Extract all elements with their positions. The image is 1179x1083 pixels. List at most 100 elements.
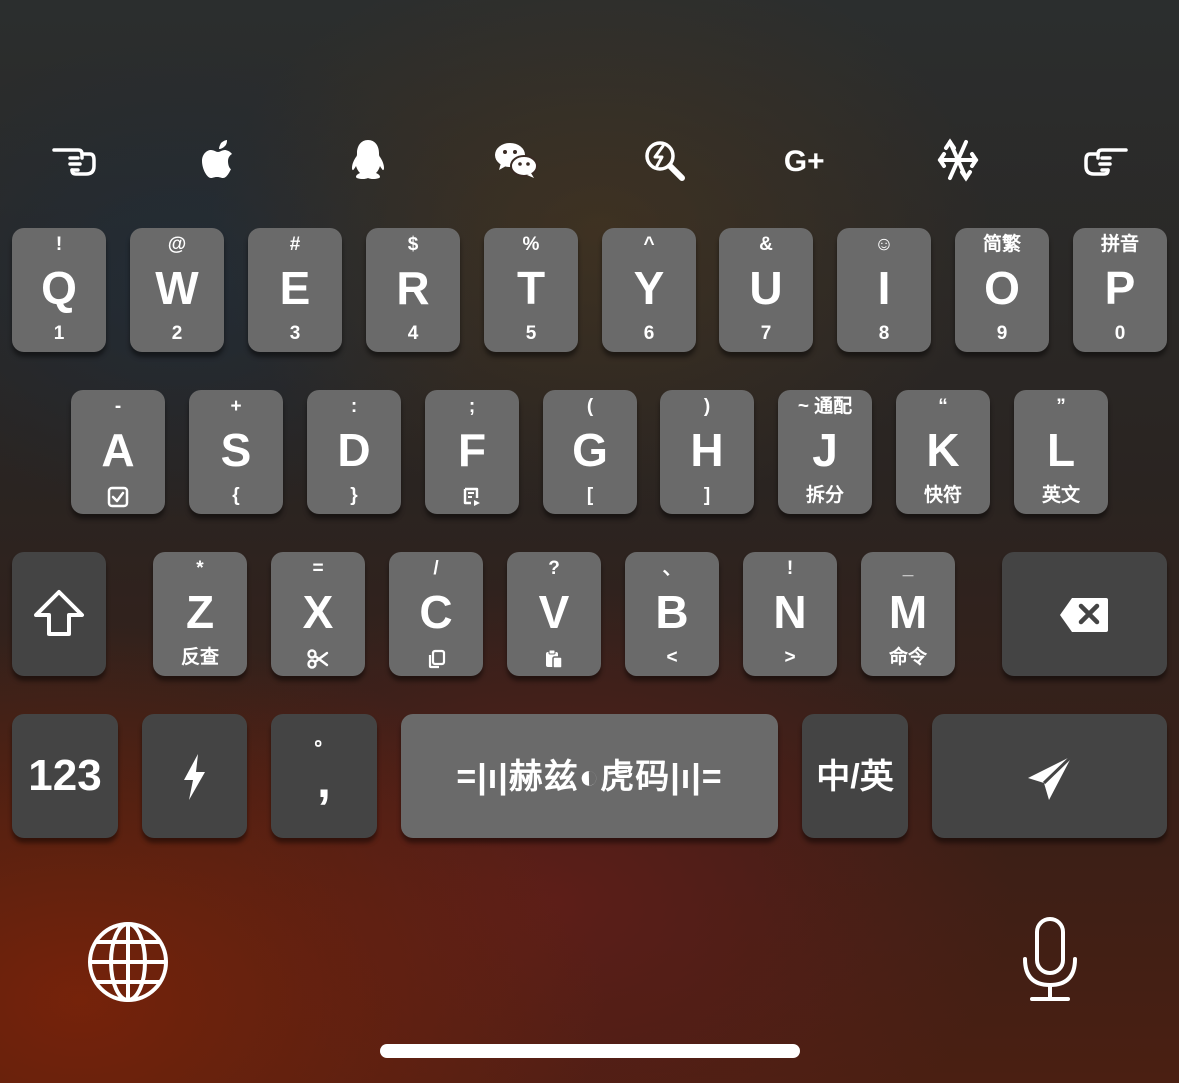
key-l-top: ” bbox=[1056, 396, 1066, 417]
microphone-icon[interactable] bbox=[1020, 915, 1080, 1005]
key-p-bottom: 0 bbox=[1114, 323, 1126, 344]
key-i-label: I bbox=[877, 262, 891, 314]
key-r-top: $ bbox=[407, 234, 419, 255]
key-a[interactable]: - A bbox=[71, 390, 165, 514]
key-q-top: ! bbox=[55, 234, 63, 255]
key-i[interactable]: ☺ I 8 bbox=[837, 228, 931, 352]
candidate-toolbar: G+ bbox=[0, 130, 1179, 190]
key-v[interactable]: ? V bbox=[507, 552, 601, 676]
language-toggle-key[interactable]: 中/英 bbox=[802, 714, 908, 838]
key-t[interactable]: % T 5 bbox=[484, 228, 578, 352]
key-s-label: S bbox=[220, 424, 252, 476]
key-q[interactable]: ! Q 1 bbox=[12, 228, 106, 352]
key-g-top: ( bbox=[586, 396, 594, 417]
wechat-icon[interactable] bbox=[486, 130, 546, 190]
key-k-label: K bbox=[926, 424, 960, 476]
numbers-key[interactable]: 123 bbox=[12, 714, 118, 838]
key-m-top: _ bbox=[902, 558, 914, 579]
key-e-bottom: 3 bbox=[289, 323, 301, 344]
key-b-label: B bbox=[655, 586, 689, 638]
comma-key-label: , bbox=[317, 752, 331, 808]
key-n-label: N bbox=[773, 586, 807, 638]
backspace-icon bbox=[1060, 598, 1108, 632]
key-d-label: D bbox=[337, 424, 371, 476]
key-n[interactable]: ! N > bbox=[743, 552, 837, 676]
key-o[interactable]: 简繁 O 9 bbox=[955, 228, 1049, 352]
comma-key[interactable]: 。 , bbox=[271, 714, 377, 838]
backspace-key[interactable] bbox=[1002, 552, 1167, 676]
key-r[interactable]: $ R 4 bbox=[366, 228, 460, 352]
key-x-label: X bbox=[302, 586, 334, 638]
key-l-label: L bbox=[1046, 424, 1076, 476]
key-z-top: * bbox=[196, 558, 204, 579]
qq-penguin-icon[interactable] bbox=[338, 130, 398, 190]
key-p-label: P bbox=[1104, 262, 1136, 314]
key-b-top: 、 bbox=[662, 558, 682, 579]
key-h-label: H bbox=[690, 424, 724, 476]
key-g[interactable]: ( G [ bbox=[543, 390, 637, 514]
snowflake-icon[interactable] bbox=[928, 130, 988, 190]
key-w-top: @ bbox=[167, 234, 187, 255]
key-j[interactable]: ~ 通配 J 拆分 bbox=[778, 390, 872, 514]
key-v-label: V bbox=[538, 586, 570, 638]
key-w[interactable]: @ W 2 bbox=[130, 228, 224, 352]
search-bolt-icon[interactable] bbox=[634, 130, 694, 190]
key-r-label: R bbox=[396, 262, 430, 314]
script-run-icon bbox=[463, 487, 480, 506]
key-o-label: O bbox=[984, 262, 1020, 314]
comma-key-top: 。 bbox=[314, 729, 334, 750]
space-key-label: =|ı|赫兹◐虎码|ı|= bbox=[456, 758, 723, 796]
key-k[interactable]: “ K 快符 bbox=[896, 390, 990, 514]
key-u-label: U bbox=[749, 262, 783, 314]
key-b-bottom: < bbox=[666, 647, 678, 668]
key-f-label: F bbox=[457, 424, 487, 476]
key-n-bottom: > bbox=[784, 647, 796, 668]
pointing-hand-right-icon[interactable] bbox=[1076, 130, 1136, 190]
key-m-label: M bbox=[888, 586, 928, 638]
key-o-bottom: 9 bbox=[996, 323, 1008, 344]
apple-icon[interactable] bbox=[190, 130, 250, 190]
key-e-label: E bbox=[279, 262, 311, 314]
quick-action-key[interactable] bbox=[142, 714, 247, 838]
paste-icon bbox=[546, 649, 563, 669]
key-h[interactable]: ) H ] bbox=[660, 390, 754, 514]
key-u-top: & bbox=[759, 234, 773, 255]
globe-icon[interactable] bbox=[86, 920, 170, 1004]
home-indicator[interactable] bbox=[380, 1044, 800, 1058]
key-x[interactable]: = X bbox=[271, 552, 365, 676]
key-x-top: = bbox=[312, 558, 324, 579]
key-w-bottom: 2 bbox=[171, 323, 183, 344]
key-u[interactable]: & U 7 bbox=[719, 228, 813, 352]
key-j-top: ~ 通配 bbox=[797, 396, 853, 417]
svg-text:G+: G+ bbox=[784, 145, 825, 178]
google-plus-icon[interactable]: G+ bbox=[780, 130, 840, 190]
key-b[interactable]: 、 B < bbox=[625, 552, 719, 676]
checkbox-icon bbox=[107, 486, 129, 508]
key-t-bottom: 5 bbox=[525, 323, 537, 344]
key-c[interactable]: / C bbox=[389, 552, 483, 676]
key-e[interactable]: # E 3 bbox=[248, 228, 342, 352]
key-m[interactable]: _ M 命令 bbox=[861, 552, 955, 676]
key-y[interactable]: ^ Y 6 bbox=[602, 228, 696, 352]
key-c-label: C bbox=[419, 586, 453, 638]
numbers-key-label: 123 bbox=[28, 751, 102, 800]
key-h-bottom: ] bbox=[703, 485, 711, 506]
space-key[interactable]: =|ı|赫兹◐虎码|ı|= bbox=[401, 714, 778, 838]
key-n-top: ! bbox=[786, 558, 794, 579]
key-p[interactable]: 拼音 P 0 bbox=[1073, 228, 1167, 352]
key-f[interactable]: ; F bbox=[425, 390, 519, 514]
key-z[interactable]: * Z 反查 bbox=[153, 552, 247, 676]
key-l[interactable]: ” L 英文 bbox=[1014, 390, 1108, 514]
key-o-top: 简繁 bbox=[982, 234, 1021, 255]
key-t-top: % bbox=[522, 234, 540, 255]
shift-key[interactable] bbox=[12, 552, 106, 676]
key-g-label: G bbox=[572, 424, 608, 476]
key-s[interactable]: + S { bbox=[189, 390, 283, 514]
send-key[interactable] bbox=[932, 714, 1167, 838]
key-w-label: W bbox=[155, 262, 199, 314]
key-a-top: - bbox=[114, 396, 122, 417]
pointing-hand-left-icon[interactable] bbox=[44, 130, 104, 190]
key-y-label: Y bbox=[633, 262, 665, 314]
send-paper-plane-icon bbox=[1028, 754, 1074, 800]
key-d[interactable]: : D } bbox=[307, 390, 401, 514]
